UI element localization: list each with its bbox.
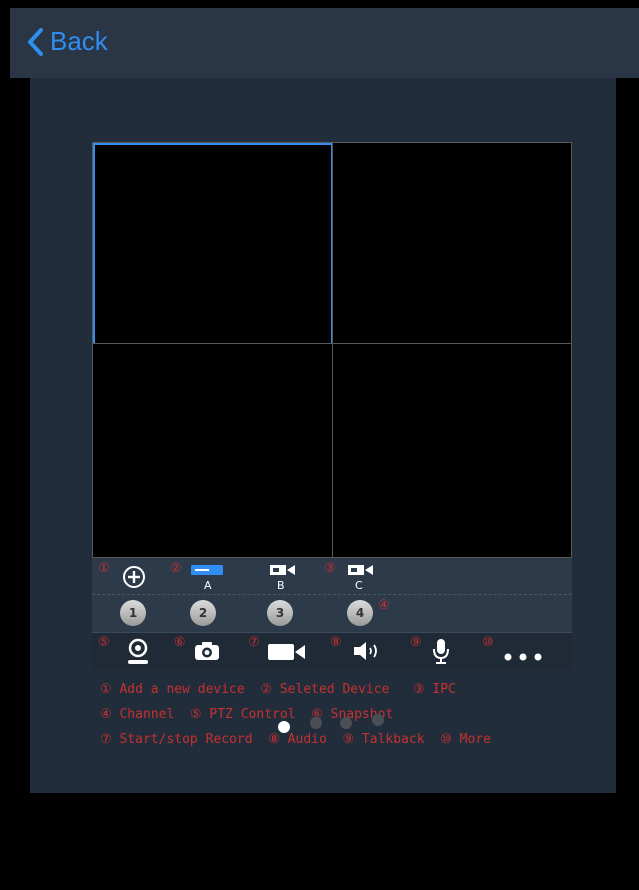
- more-dots-icon: [504, 653, 542, 661]
- device-a-label: A: [204, 579, 212, 592]
- channel-1-button[interactable]: 1: [120, 600, 146, 626]
- annotation-number-3: ③: [324, 560, 336, 575]
- device-b-button[interactable]: B: [267, 564, 303, 592]
- annotation-number-2: ②: [170, 560, 182, 575]
- device-a-button[interactable]: A: [190, 564, 226, 592]
- annotation-number-10: ⑩: [482, 634, 494, 649]
- device-b-label: B: [277, 579, 285, 592]
- plus-circle-icon: [123, 566, 145, 588]
- annotation-number-9: ⑨: [410, 634, 422, 649]
- device-c-button[interactable]: C: [345, 564, 381, 592]
- ipc-camera-icon: [348, 565, 373, 575]
- channel-row: 1 2 3 4 ④: [92, 594, 572, 631]
- page-dot-3[interactable]: [340, 717, 352, 729]
- talkback-button[interactable]: [432, 638, 450, 669]
- control-toolbar: ① ② A B ③ C 1 2 3 4 ④ ⑤ ⑥ ⑦ ⑧ ⑨ ⑩: [92, 558, 572, 669]
- add-device-button[interactable]: [122, 565, 146, 594]
- annotation-number-1: ①: [98, 560, 110, 575]
- ipc-camera-icon: [270, 565, 295, 575]
- page-dot-2[interactable]: [310, 717, 322, 729]
- legend-line-1: ① Add a new device ② Seleted Device ③ IP…: [100, 682, 456, 697]
- grid-divider-horizontal: [93, 343, 571, 344]
- control-row: ⑤ ⑥ ⑦ ⑧ ⑨ ⑩: [92, 632, 572, 669]
- dvr-icon: [191, 565, 223, 575]
- ptz-camera-icon: [128, 638, 148, 664]
- page-dot-4[interactable]: [372, 714, 384, 726]
- microphone-icon: [433, 639, 449, 664]
- snapshot-button[interactable]: [194, 641, 220, 666]
- navigation-bar: Back: [10, 8, 639, 78]
- ptz-control-button[interactable]: [126, 638, 150, 671]
- video-cell-1[interactable]: [93, 143, 333, 345]
- page-dot-1[interactable]: [278, 721, 290, 733]
- annotation-number-5: ⑤: [98, 634, 110, 649]
- channel-4-button[interactable]: 4: [347, 600, 373, 626]
- camera-icon: [195, 642, 219, 660]
- audio-button[interactable]: [352, 641, 382, 666]
- annotation-number-7: ⑦: [248, 634, 260, 649]
- annotation-number-6: ⑥: [174, 634, 186, 649]
- more-button[interactable]: [502, 648, 548, 666]
- annotation-number-4: ④: [378, 597, 390, 612]
- grid-divider-vertical: [332, 143, 333, 557]
- back-button[interactable]: Back: [26, 26, 108, 57]
- record-button[interactable]: [267, 643, 307, 666]
- back-label: Back: [50, 26, 108, 56]
- speaker-icon: [354, 642, 377, 660]
- video-cell-3[interactable]: [93, 344, 332, 557]
- app-screen: Back ① ② A B ③ C 1 2 3 4 ④ ⑤ ⑥ ⑦ ⑧ ⑨ ⑩ ①…: [10, 8, 639, 890]
- video-cell-2[interactable]: [333, 143, 571, 343]
- channel-2-button[interactable]: 2: [190, 600, 216, 626]
- video-camera-icon: [268, 644, 305, 660]
- video-cell-4[interactable]: [333, 344, 571, 557]
- chevron-left-icon: [28, 27, 43, 56]
- video-grid: [92, 142, 572, 558]
- legend-line-3: ⑦ Start/stop Record ⑧ Audio ⑨ Talkback ⑩…: [100, 732, 491, 747]
- channel-3-button[interactable]: 3: [267, 600, 293, 626]
- device-row: ① ② A B ③ C: [92, 558, 572, 594]
- annotation-number-8: ⑧: [330, 634, 342, 649]
- device-c-label: C: [355, 579, 363, 592]
